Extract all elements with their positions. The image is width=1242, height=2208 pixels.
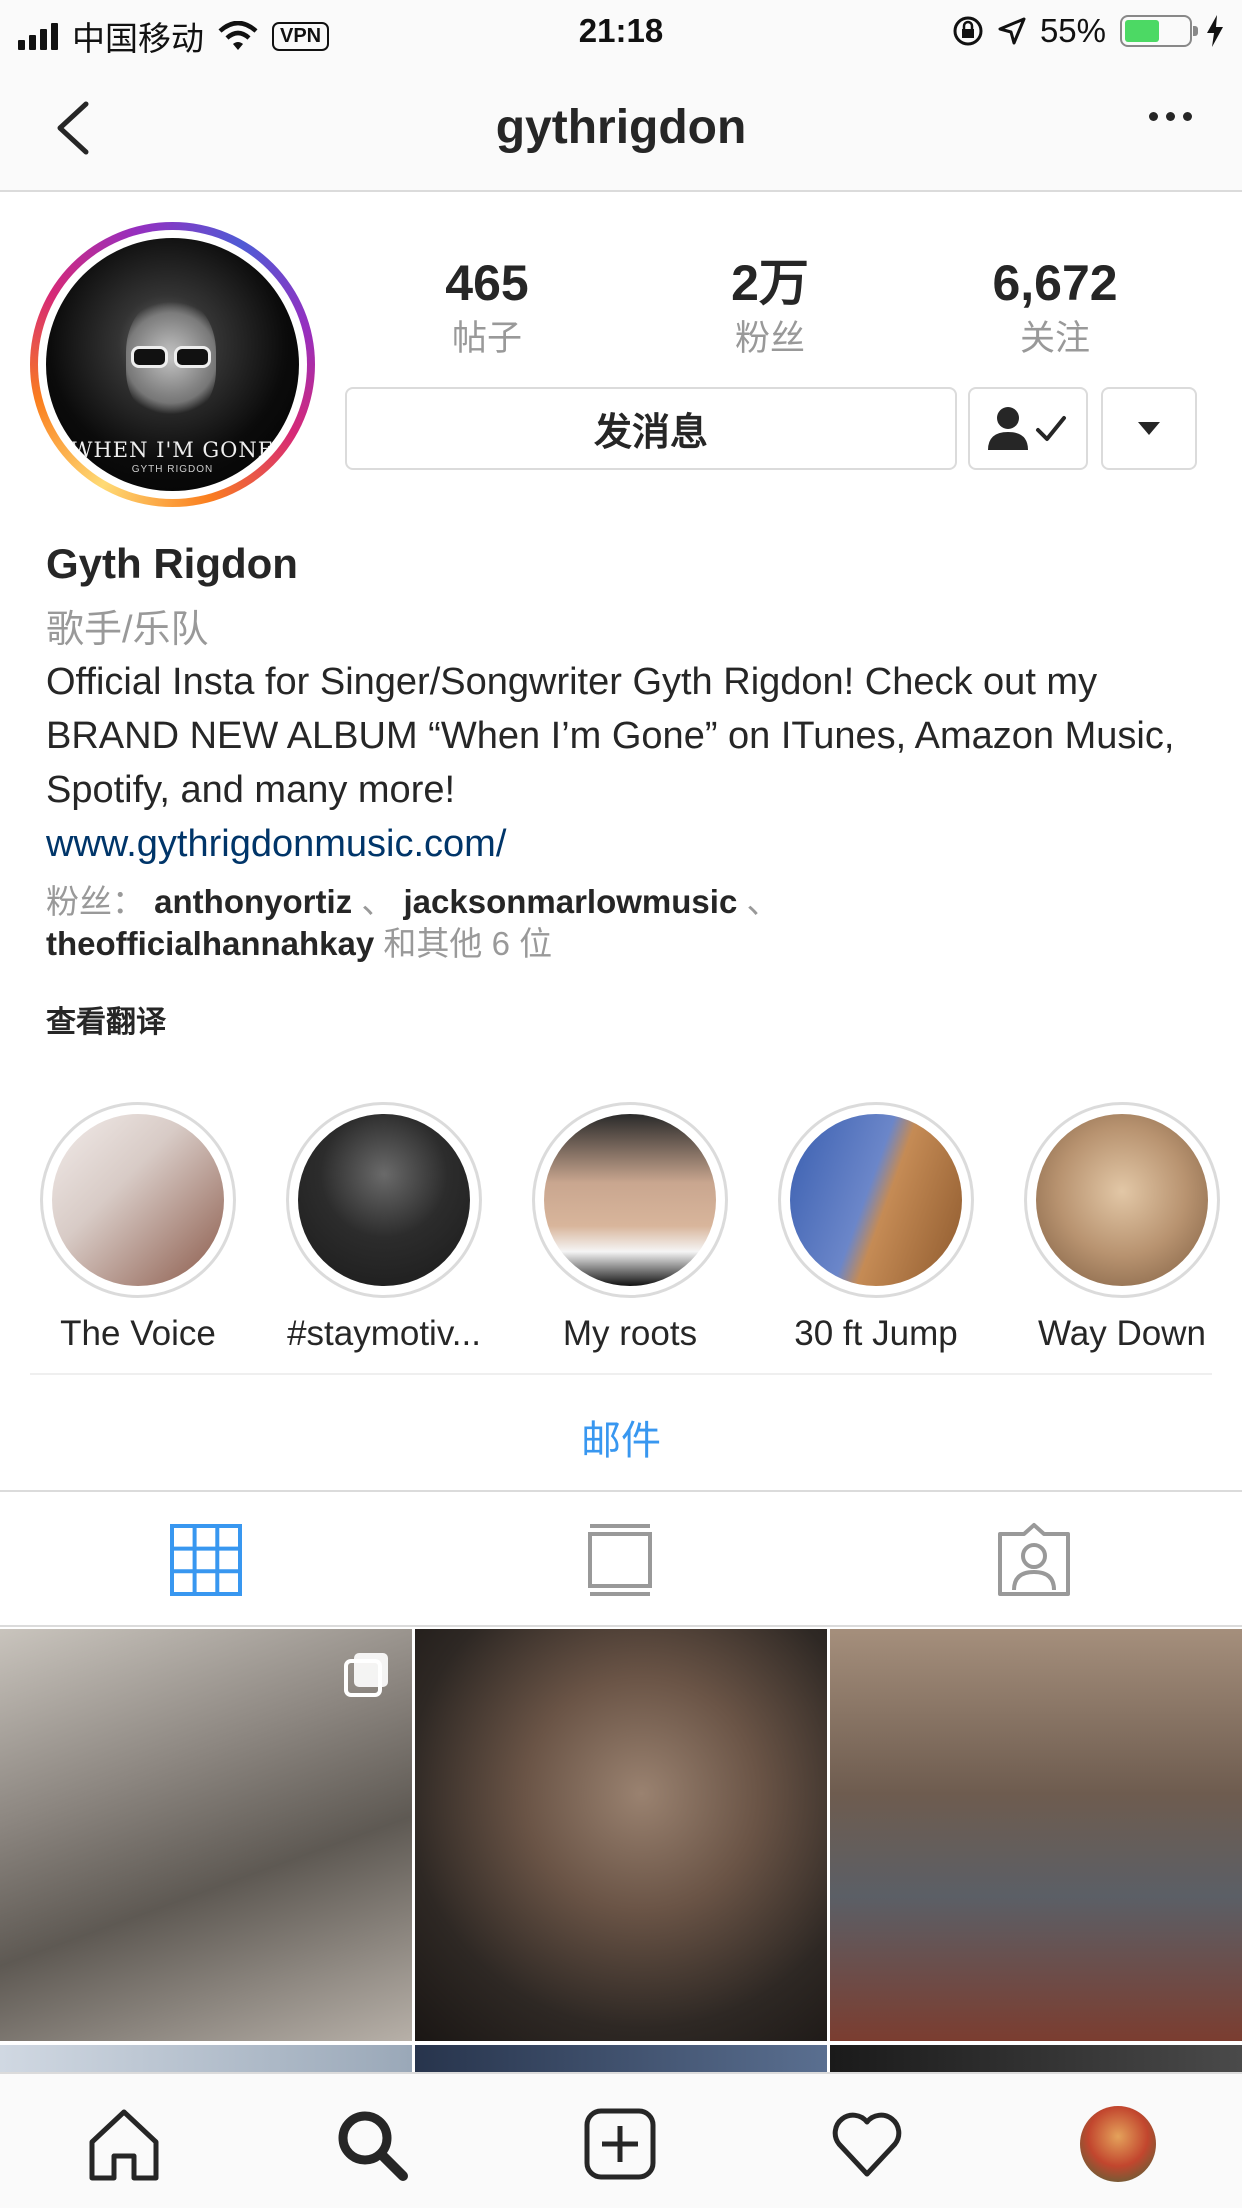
profile-avatar[interactable]: WHEN I'M GONE GYTH RIGDON [46,238,299,491]
bio-section: Gyth Rigdon 歌手/乐队 Official Insta for Sin… [46,540,1216,1041]
battery-percent: 55% [1039,12,1106,49]
profile-avatar-icon[interactable] [1080,2106,1156,2182]
following-count[interactable]: 6,672 关注 [945,258,1165,361]
bio-text: Official Insta for Singer/Songwriter Gyt… [46,661,1175,811]
following-button[interactable] [968,387,1088,470]
followers-count[interactable]: 2万 粉丝 [660,258,880,361]
post-thumbnail[interactable] [0,1629,412,2041]
charging-icon [1207,15,1223,47]
person-check-icon [988,406,1066,450]
nav-bar: gythrigdon [0,62,1242,192]
post-thumbnail[interactable] [830,1629,1242,2041]
add-post-icon[interactable] [582,2106,658,2182]
heart-icon[interactable] [829,2106,905,2182]
highlight-30-ft-jump[interactable]: 30 ft Jump [771,1102,981,1354]
post-thumbnail[interactable] [830,2045,1242,2075]
follower-link[interactable]: theofficialhannahkay [46,925,374,962]
followed-by[interactable]: 粉丝： anthonyortiz 、 jacksonmarlowmusic 、 … [46,881,1216,965]
page-title: gythrigdon [495,101,747,154]
location-icon [998,17,1026,45]
post-thumbnail[interactable] [415,1629,827,2041]
see-translation-link[interactable]: 查看翻译 [46,997,1216,1041]
highlight-staymotivated[interactable]: #staymotiv... [279,1102,489,1354]
multi-photo-icon [344,1653,388,1697]
status-bar: 中国移动 VPN 21:18 55% [0,0,1242,62]
highlight-way-down[interactable]: Way Down [1017,1102,1227,1354]
avatar-logo-text: WHEN I'M GONE [70,438,275,462]
divider [0,1490,1242,1492]
highlight-the-voice[interactable]: The Voice [33,1102,243,1354]
profile-category: 歌手/乐队 [46,609,209,651]
posts-count[interactable]: 465 帖子 [377,258,597,361]
follower-link[interactable]: anthonyortiz [154,883,352,920]
bottom-tab-bar [0,2072,1242,2208]
triangle-down-icon [1138,422,1160,435]
orientation-lock-icon [953,16,983,46]
profile-name: Gyth Rigdon [46,540,298,587]
tagged-icon[interactable] [996,1522,1072,1598]
suggestions-dropdown-button[interactable] [1101,387,1197,470]
post-thumbnail[interactable] [0,2045,412,2075]
feed-icon[interactable] [582,1522,658,1598]
email-button[interactable]: 邮件 [0,1408,1242,1466]
battery-icon [1120,15,1198,47]
grid-icon[interactable] [168,1522,244,1598]
divider [0,1625,1242,1627]
home-icon[interactable] [86,2106,162,2182]
post-thumbnail[interactable] [415,2045,827,2075]
follower-link[interactable]: jacksonmarlowmusic [404,883,738,920]
search-icon[interactable] [333,2106,409,2182]
divider [30,1373,1212,1375]
more-horizontal-icon[interactable] [1149,112,1192,121]
avatar-logo-subtext: GYTH RIGDON [131,464,214,475]
message-button[interactable]: 发消息 [345,387,957,470]
highlight-my-roots[interactable]: My roots [525,1102,735,1354]
story-ring[interactable]: WHEN I'M GONE GYTH RIGDON [30,222,315,507]
website-link[interactable]: www.gythrigdonmusic.com/ [46,817,1216,871]
